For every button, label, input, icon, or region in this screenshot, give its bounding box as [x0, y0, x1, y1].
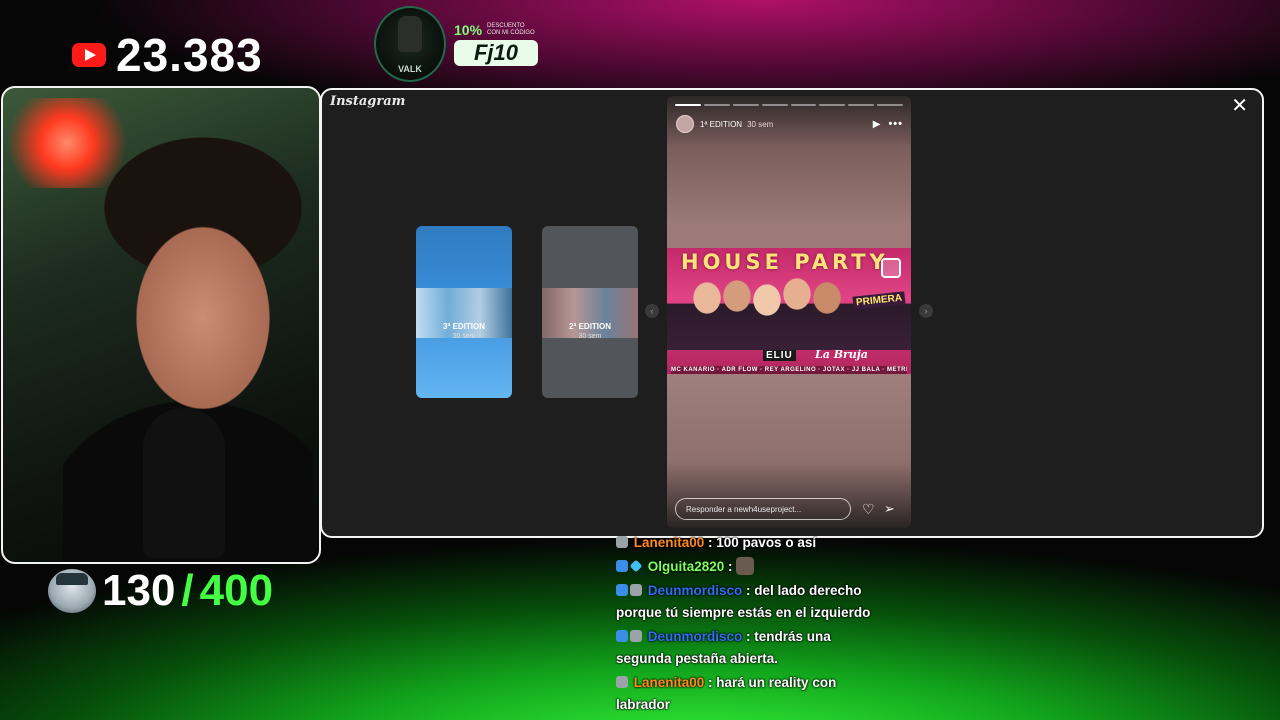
subscriber-counter: 23.383 [72, 28, 263, 82]
goal-target: 400 [199, 566, 274, 615]
chat-text: : 100 pavos o así [708, 535, 817, 550]
progress-segment [761, 104, 788, 106]
progress-segment [848, 104, 875, 106]
chat-username[interactable]: Deunmordisco [644, 583, 746, 598]
raccoon-badge-icon [616, 536, 628, 548]
story-poster: HOUSE PARTY PRIMERA ELIU La Bruja MC KAN… [667, 248, 911, 374]
chat-message: Olguita2820 : [616, 556, 876, 578]
progress-segment [703, 104, 730, 106]
sponsor-brand: VALK [398, 64, 422, 74]
youtube-icon [72, 43, 106, 67]
subscriber-badge-icon [616, 560, 628, 572]
thumbnail-time: 30 sem [452, 333, 476, 340]
poster-brand-2: La Bruja [815, 348, 868, 361]
story-header: 1ª EDITION 30 sem ▶ ••• [676, 115, 903, 133]
goal-current: 130 [102, 566, 176, 615]
microphone [143, 408, 225, 558]
promo-code: Fj10 [454, 40, 538, 66]
chat-message: Deunmordisco : del lado derecho porque t… [616, 580, 876, 624]
promo-block: 10% DESCUENTO CON MI CÓDIGO Fj10 [454, 22, 538, 66]
avatar[interactable] [676, 115, 694, 133]
active-story[interactable]: 1ª EDITION 30 sem ▶ ••• HOUSE PARTY PRIM… [667, 96, 911, 528]
instagram-logo[interactable]: Instagram [330, 94, 405, 109]
poster-title: HOUSE PARTY [681, 250, 889, 274]
goal-separator: / [181, 566, 194, 615]
poster-brand: ELIU [763, 350, 796, 361]
chat-username[interactable]: Olguita2820 [644, 559, 728, 574]
promo-discount-text: DESCUENTO CON MI CÓDIGO [487, 23, 535, 36]
close-icon[interactable]: ✕ [1231, 96, 1248, 116]
live-chat: Lanenita00 : 100 pavos o así Olguita2820… [616, 532, 876, 718]
raccoon-mascot-icon [48, 569, 96, 613]
subscriber-count: 23.383 [116, 29, 263, 81]
chat-emote-icon [736, 557, 755, 575]
progress-segment [790, 104, 817, 106]
chat-text: : [728, 559, 733, 574]
thumbnail-time: 30 sem [578, 333, 602, 340]
previous-story-arrow-icon[interactable]: ‹ [645, 304, 659, 318]
reply-input[interactable]: Responder a newh4useproject... [675, 498, 851, 520]
raccoon-badge-icon [616, 676, 628, 688]
sub-goal: 130/400 [48, 566, 273, 616]
progress-segment [732, 104, 759, 106]
story-progress [675, 104, 903, 106]
promo-discount: 10% [454, 22, 483, 38]
chat-username[interactable]: Deunmordisco [644, 629, 746, 644]
gem-badge-icon [629, 559, 643, 573]
next-story-arrow-icon[interactable]: › [919, 304, 933, 318]
progress-segment [877, 104, 903, 106]
subscriber-badge-icon [616, 630, 628, 642]
raccoon-badge-icon [630, 584, 642, 596]
story-thumbnail[interactable]: 3ª EDITION 30 sem [416, 226, 512, 398]
progress-segment [819, 104, 846, 106]
more-options-icon[interactable]: ••• [888, 118, 903, 130]
poster-guests: MC KANARIO · ADR FLOW · REY ARGELINO · J… [671, 366, 907, 374]
like-heart-icon[interactable]: ♡ [862, 500, 875, 518]
raccoon-badge-icon [630, 630, 642, 642]
chat-message: Deunmordisco : tendrás una segunda pesta… [616, 626, 876, 670]
thumbnail-title: 2ª EDITION [568, 322, 612, 331]
gaming-chair-logo: VALK [374, 6, 446, 82]
chat-message: Lanenita00 : 100 pavos o así [616, 532, 876, 554]
thumbnail-title: 3ª EDITION [442, 322, 486, 331]
sponsor-banner: VALK 10% DESCUENTO CON MI CÓDIGO Fj10 [374, 6, 538, 82]
chat-username[interactable]: Lanenita00 [630, 535, 708, 550]
chat-message: Lanenita00 : hará un reality con labrado… [616, 672, 876, 716]
instagram-story-viewer: Instagram ✕ 3ª EDITION 30 sem 2ª EDITION… [320, 88, 1264, 538]
progress-segment [675, 104, 701, 106]
poster-logo-icon [881, 258, 901, 278]
send-icon[interactable]: ➢ [884, 500, 895, 518]
webcam-feed [1, 86, 321, 564]
story-username[interactable]: 1ª EDITION [700, 120, 742, 129]
story-thumbnail[interactable]: 2ª EDITION 30 sem [542, 226, 638, 398]
poster-artists [667, 278, 911, 350]
chat-username[interactable]: Lanenita00 [630, 675, 708, 690]
story-time: 30 sem [747, 119, 774, 129]
play-icon[interactable]: ▶ [873, 119, 881, 130]
subscriber-badge-icon [616, 584, 628, 596]
